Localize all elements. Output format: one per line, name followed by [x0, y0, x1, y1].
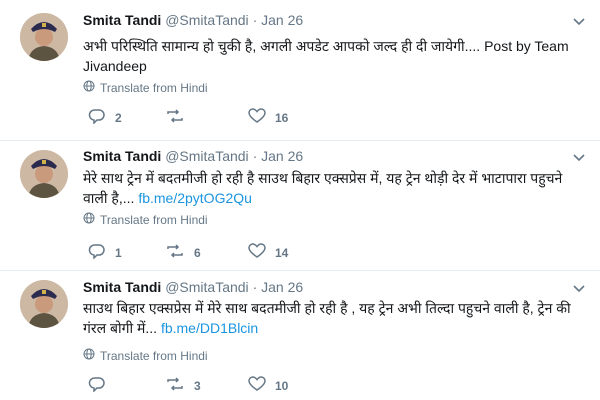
- user-handle[interactable]: @SmitaTandi: [165, 12, 248, 28]
- tweet-body: अभी परिस्थिति सामान्य हो चुकी है, अगली अ…: [83, 38, 569, 74]
- tweet-text: अभी परिस्थिति सामान्य हो चुकी है, अगली अ…: [83, 36, 588, 76]
- tweet-date[interactable]: Jan 26: [261, 12, 303, 28]
- tweet-actions: 2 16: [83, 108, 583, 128]
- retweet-icon: [165, 376, 194, 395]
- translate-link[interactable]: Translate from Hindi: [83, 212, 208, 227]
- chevron-down-icon[interactable]: [572, 281, 586, 295]
- separator-dot: ·: [252, 148, 258, 164]
- tweet-text: साउथ बिहार एक्सप्रेस में मेरे साथ बदतमीज…: [83, 298, 588, 338]
- avatar[interactable]: [20, 280, 68, 328]
- retweet-button[interactable]: 3: [165, 376, 201, 395]
- reply-button[interactable]: 1: [88, 243, 122, 262]
- like-icon: [248, 108, 275, 127]
- like-count: 10: [275, 378, 289, 393]
- chevron-down-icon[interactable]: [572, 14, 586, 28]
- user-handle[interactable]: @SmitaTandi: [165, 279, 248, 295]
- retweet-button[interactable]: 6: [165, 243, 201, 262]
- display-name[interactable]: Smita Tandi: [83, 12, 161, 28]
- reply-button[interactable]: 2: [88, 108, 122, 127]
- reply-count: 2: [115, 110, 122, 125]
- translate-link[interactable]: Translate from Hindi: [83, 348, 208, 363]
- reply-icon: [88, 376, 115, 395]
- tweet-text: मेरे साथ ट्रेन में बदतमीजी हो रही है साउ…: [83, 168, 588, 208]
- translate-label: Translate from Hindi: [100, 212, 208, 227]
- translate-link[interactable]: Translate from Hindi: [83, 80, 208, 95]
- display-name[interactable]: Smita Tandi: [83, 148, 161, 164]
- globe-icon: [83, 212, 100, 227]
- tweet-header: Smita Tandi @SmitaTandi · Jan 26: [83, 12, 303, 28]
- translate-label: Translate from Hindi: [100, 348, 208, 363]
- reply-icon: [88, 243, 115, 262]
- tweet-actions: 1 6 14: [83, 243, 583, 263]
- tweet-feed: Smita Tandi @SmitaTandi · Jan 26 अभी परि…: [0, 0, 600, 400]
- tweet-body: साउथ बिहार एक्सप्रेस में मेरे साथ बदतमीज…: [83, 300, 571, 336]
- reply-count: 1: [115, 245, 122, 260]
- separator-dot: ·: [252, 279, 258, 295]
- like-count: 16: [275, 110, 289, 125]
- like-button[interactable]: 10: [248, 376, 288, 395]
- like-icon: [248, 376, 275, 395]
- display-name[interactable]: Smita Tandi: [83, 279, 161, 295]
- tweet[interactable]: Smita Tandi @SmitaTandi · Jan 26 अभी परि…: [0, 0, 600, 141]
- globe-icon: [83, 80, 100, 95]
- tweet-date[interactable]: Jan 26: [261, 148, 303, 164]
- retweet-icon: [165, 108, 194, 127]
- tweet[interactable]: Smita Tandi @SmitaTandi · Jan 26 मेरे सा…: [0, 140, 600, 271]
- tweet-date[interactable]: Jan 26: [261, 279, 303, 295]
- avatar[interactable]: [20, 150, 68, 198]
- like-icon: [248, 243, 275, 262]
- retweet-count: 3: [194, 378, 201, 393]
- tweet-link[interactable]: fb.me/DD1Blcin: [161, 320, 258, 336]
- like-button[interactable]: 14: [248, 243, 288, 262]
- tweet-header: Smita Tandi @SmitaTandi · Jan 26: [83, 279, 303, 295]
- reply-button[interactable]: [88, 376, 115, 395]
- user-handle[interactable]: @SmitaTandi: [165, 148, 248, 164]
- tweet-header: Smita Tandi @SmitaTandi · Jan 26: [83, 148, 303, 164]
- tweet-link[interactable]: fb.me/2pytOG2Qu: [138, 190, 252, 206]
- like-button[interactable]: 16: [248, 108, 288, 127]
- retweet-button[interactable]: [165, 108, 194, 127]
- tweet-actions: 3 10: [83, 376, 583, 396]
- retweet-count: 6: [194, 245, 201, 260]
- globe-icon: [83, 348, 100, 363]
- avatar[interactable]: [20, 13, 68, 61]
- tweet[interactable]: Smita Tandi @SmitaTandi · Jan 26 साउथ बि…: [0, 270, 600, 400]
- reply-icon: [88, 108, 115, 127]
- chevron-down-icon[interactable]: [572, 150, 586, 164]
- retweet-icon: [165, 243, 194, 262]
- translate-label: Translate from Hindi: [100, 80, 208, 95]
- separator-dot: ·: [252, 12, 258, 28]
- like-count: 14: [275, 245, 289, 260]
